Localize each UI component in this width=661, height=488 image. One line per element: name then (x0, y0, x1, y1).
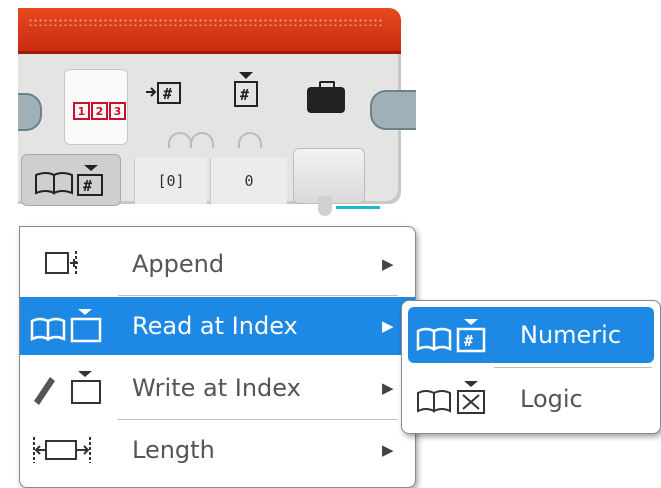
chevron-right-icon: ▶ (382, 379, 394, 397)
menu-item-write-at-index[interactable]: Write at Index ▶ (20, 359, 415, 417)
svg-text:#: # (83, 177, 92, 195)
numeric-array-icon: 1 2 3 (73, 102, 126, 120)
length-icon (33, 437, 91, 463)
toolbox-icon (307, 81, 345, 113)
append-icon (45, 251, 78, 275)
index-icon: # (232, 70, 262, 116)
read-at-index-icon: # (35, 165, 103, 196)
svg-text:#: # (464, 332, 473, 350)
chevron-right-icon: ▶ (382, 255, 394, 273)
read-at-index-icon (30, 309, 102, 343)
submenu-item-numeric[interactable]: # Numeric (408, 307, 654, 363)
read-type-submenu: # Numeric Logic (401, 300, 661, 434)
sequence-plug-out-icon (370, 90, 416, 130)
submenu-item-label: Numeric (520, 321, 622, 349)
chevron-right-icon: ▶ (382, 441, 394, 459)
menu-item-label: Append (132, 250, 225, 278)
block-type-icon: 1 2 3 (64, 69, 128, 145)
chevron-right-icon: ▶ (382, 317, 394, 335)
wire-connector[interactable] (318, 196, 332, 216)
menu-item-label: Length (132, 436, 215, 464)
svg-text:#: # (240, 86, 249, 104)
menu-item-append[interactable]: Append ▶ (20, 235, 415, 293)
array-input-field[interactable]: [0] (134, 158, 207, 204)
menu-item-length[interactable]: Length ▶ (20, 421, 415, 479)
operation-menu: Append ▶ Read at Index ▶ Write at Index … (19, 226, 416, 488)
svg-text:#: # (163, 85, 172, 103)
wire (336, 206, 380, 209)
mode-selector-button[interactable]: # (21, 154, 121, 206)
block-header (18, 8, 401, 54)
logic-read-icon (417, 381, 485, 414)
array-in-icon: # (144, 78, 188, 112)
submenu-item-logic[interactable]: Logic (408, 371, 654, 427)
menu-item-read-at-index[interactable]: Read at Index ▶ (20, 297, 415, 355)
index-input-field[interactable]: 0 (210, 158, 287, 204)
menu-item-label: Read at Index (132, 312, 298, 340)
array-operations-block: 1 2 3 # # # [0] 0 (18, 8, 416, 206)
write-at-index-icon (34, 371, 101, 405)
menu-item-label: Write at Index (132, 374, 301, 402)
submenu-item-label: Logic (520, 385, 583, 413)
numeric-read-icon: # (416, 319, 486, 353)
